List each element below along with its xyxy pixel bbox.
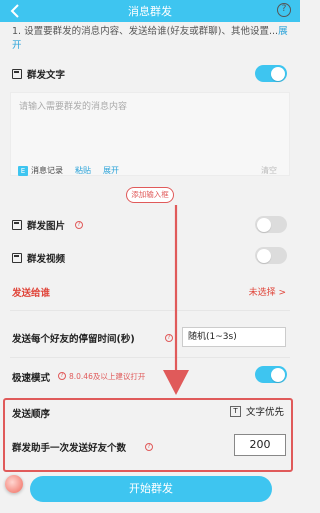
image-help-icon[interactable]: ? — [75, 221, 83, 229]
text-icon — [12, 69, 22, 79]
recipients-value[interactable]: 未选择 > — [249, 285, 286, 298]
send-order-value: 文字优先 — [245, 407, 284, 418]
image-section-label: 群发图片 — [27, 221, 66, 232]
history-button[interactable]: 消息记录 — [31, 165, 63, 176]
divider — [10, 310, 290, 311]
video-icon — [12, 253, 22, 263]
intro-text: 1. 设置要群发的消息内容、发送给谁(好友或群聊)、其他设置...展开 — [12, 25, 297, 53]
fast-mode-label: 极速模式 — [12, 373, 51, 384]
video-toggle[interactable] — [255, 247, 287, 264]
help-icon[interactable]: ? — [277, 3, 291, 17]
divider — [10, 357, 290, 358]
history-icon: E — [18, 165, 28, 176]
fast-mode-toggle[interactable] — [255, 366, 287, 383]
send-count-input[interactable]: 200 — [234, 434, 286, 456]
text-priority-icon: T — [229, 405, 241, 417]
send-order-label: 发送顺序 — [12, 409, 51, 420]
recipients-label: 发送给谁 — [12, 288, 51, 299]
title-bar: 消息群发 — [0, 0, 300, 22]
send-count-label: 群发助手一次发送好友个数 — [12, 443, 127, 454]
floating-ball-icon[interactable] — [5, 475, 23, 493]
paste-button[interactable]: 粘贴 — [75, 165, 91, 176]
expand-button[interactable]: 展开 — [103, 165, 119, 176]
fast-mode-help-icon[interactable]: ? — [58, 372, 66, 380]
stay-time-help-icon[interactable]: ? — [165, 334, 173, 342]
video-section-label: 群发视频 — [27, 254, 66, 265]
page-title: 消息群发 — [128, 5, 172, 18]
image-toggle[interactable] — [255, 216, 287, 233]
message-input-box[interactable]: 请输入需要群发的消息内容 E 消息记录 粘贴 展开 清空 — [10, 92, 290, 176]
intro-body: 1. 设置要群发的消息内容、发送给谁(好友或群聊)、其他设置... — [12, 26, 279, 37]
fast-mode-hint: 8.0.46及以上建议打开 — [69, 372, 146, 381]
clear-button[interactable]: 清空 — [261, 165, 277, 176]
image-icon — [12, 220, 22, 230]
message-placeholder: 请输入需要群发的消息内容 — [19, 102, 128, 112]
send-order-selector[interactable]: T 文字优先 — [229, 404, 284, 418]
stay-time-input[interactable]: 随机(1~3s) — [182, 327, 286, 347]
send-count-help-icon[interactable]: ? — [145, 443, 153, 451]
add-input-button[interactable]: 添加输入框 — [126, 187, 174, 203]
stay-time-label: 发送每个好友的停留时间(秒) — [12, 334, 135, 345]
start-button[interactable]: 开始群发 — [30, 476, 272, 502]
text-toggle[interactable] — [255, 65, 287, 82]
text-section-label: 群发文字 — [27, 70, 66, 81]
message-actions: E 消息记录 粘贴 展开 — [18, 165, 119, 176]
